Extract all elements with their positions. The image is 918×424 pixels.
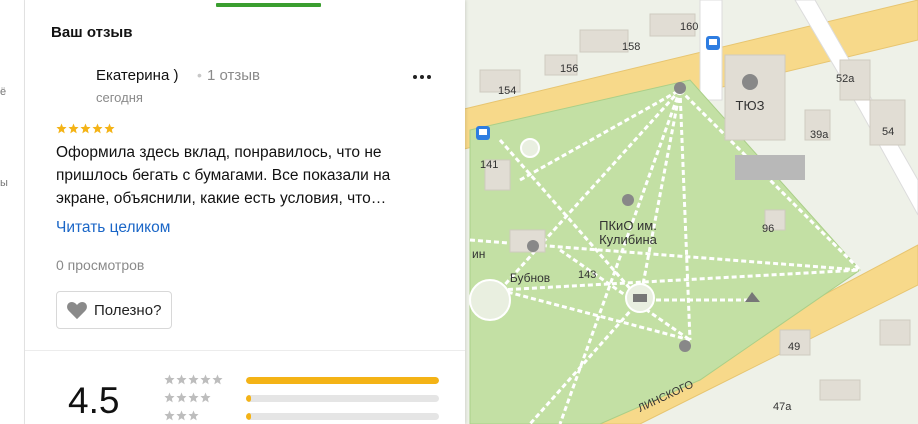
author-reviews-count[interactable]: 1 отзыв	[207, 67, 260, 84]
star-icon	[200, 392, 211, 403]
monument-icon[interactable]	[527, 240, 539, 252]
svg-text:156: 156	[560, 63, 578, 75]
theatre-icon[interactable]	[742, 74, 758, 90]
star-icon	[92, 123, 103, 134]
views-count: 0 просмотров	[56, 257, 145, 273]
svg-text:96: 96	[762, 223, 774, 235]
bus-stop-icon[interactable]	[706, 36, 720, 50]
distribution-stars	[164, 374, 223, 385]
helpful-label: Полезно?	[94, 301, 162, 319]
star-icon	[176, 392, 187, 403]
map-park-label: ПКиО им.	[599, 218, 657, 233]
more-dots-icon	[413, 75, 417, 79]
park-poi-icon[interactable]	[622, 194, 634, 206]
rating-distribution-row	[164, 410, 444, 422]
review-text: Оформила здесь вклад, понравилось, что н…	[56, 144, 391, 207]
svg-text:160: 160	[680, 21, 698, 33]
map-theatre-label: ТЮЗ	[736, 98, 765, 113]
distribution-stars	[164, 392, 211, 403]
more-dots-icon	[427, 75, 431, 79]
svg-text:154: 154	[498, 85, 516, 97]
app-root: ПКиО им. Кулибина ТЮЗ Бубнов ин ЛИНСКОГО…	[0, 0, 918, 424]
distribution-bar-fill	[246, 413, 251, 420]
star-icon	[56, 123, 67, 134]
building-icon[interactable]	[633, 294, 647, 302]
distribution-bar-fill	[246, 395, 251, 402]
svg-text:52а: 52а	[836, 73, 855, 85]
author-name[interactable]: Екатерина )	[96, 67, 178, 84]
review-date: сегодня	[96, 90, 143, 105]
distribution-bar	[246, 377, 439, 384]
star-icon	[188, 374, 199, 385]
star-icon	[164, 374, 175, 385]
separator-dot: •	[197, 67, 202, 83]
star-icon	[164, 410, 175, 421]
star-icon	[80, 123, 91, 134]
map-monument-label: Бубнов	[510, 271, 550, 285]
helpful-button[interactable]: Полезно?	[56, 291, 173, 329]
svg-text:141: 141	[480, 159, 498, 171]
star-icon	[176, 410, 187, 421]
review-panel: Ваш отзыв Екатерина ) • 1 отзыв сегодня …	[25, 0, 465, 424]
star-icon	[164, 392, 175, 403]
distribution-bar	[246, 395, 439, 402]
rating-distribution-row	[164, 392, 444, 404]
more-options-button[interactable]	[409, 66, 435, 88]
star-icon	[188, 410, 199, 421]
distribution-stars	[164, 410, 199, 421]
rating-distribution-row	[164, 374, 444, 386]
bus-stop-icon[interactable]	[476, 126, 490, 140]
star-icon	[200, 374, 211, 385]
review-rating-stars	[56, 123, 115, 134]
distribution-bar	[246, 413, 439, 420]
star-icon	[212, 374, 223, 385]
star-icon	[188, 392, 199, 403]
map-partial-label: ин	[472, 247, 485, 261]
svg-text:49: 49	[788, 341, 800, 353]
divider	[25, 350, 465, 351]
monument-icon[interactable]	[679, 340, 691, 352]
left-sidebar-edge: ё ы	[0, 0, 25, 424]
svg-text:158: 158	[622, 41, 640, 53]
active-tab-indicator	[216, 3, 321, 7]
read-more-link[interactable]: Читать целиком	[56, 219, 170, 237]
star-icon	[68, 123, 79, 134]
svg-text:47а: 47а	[773, 401, 792, 413]
sidebar-edge-text: ё	[0, 86, 7, 98]
rating-value: 4.5	[68, 380, 120, 421]
map-park-label: Кулибина	[599, 232, 658, 247]
svg-text:39а: 39а	[810, 129, 829, 141]
section-title: Ваш отзыв	[51, 24, 133, 41]
star-icon	[176, 374, 187, 385]
distribution-bar-fill	[246, 377, 439, 384]
heart-icon	[67, 301, 87, 320]
more-dots-icon	[420, 75, 424, 79]
monument-icon[interactable]	[674, 82, 686, 94]
sidebar-edge-text: ы	[0, 177, 8, 189]
svg-text:143: 143	[578, 269, 596, 281]
star-icon	[104, 123, 115, 134]
svg-text:54: 54	[882, 126, 894, 138]
